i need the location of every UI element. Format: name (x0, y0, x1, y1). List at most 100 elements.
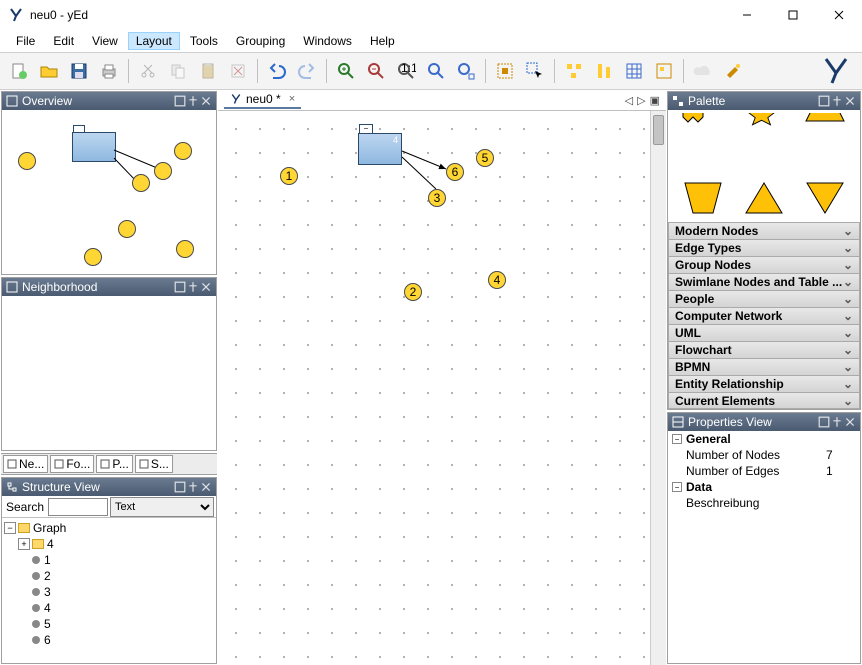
menu-tools[interactable]: Tools (182, 32, 226, 50)
palette-section[interactable]: UML⌄ (668, 324, 860, 341)
left-tab-3[interactable]: S... (135, 455, 173, 473)
palette-section[interactable]: Current Elements⌄ (668, 392, 860, 409)
panel-pin-icon[interactable] (187, 481, 199, 493)
document-tab[interactable]: neu0 * × (224, 91, 301, 109)
panel-pin-icon[interactable] (187, 95, 199, 107)
group-node[interactable]: − 4 (358, 133, 402, 165)
tree-group[interactable]: +4 (4, 536, 214, 552)
palette-section[interactable]: Flowchart⌄ (668, 341, 860, 358)
select-tool-icon[interactable] (522, 58, 548, 84)
undo-icon[interactable] (264, 58, 290, 84)
panel-undock-icon[interactable] (174, 281, 186, 293)
structure-tree[interactable]: −Graph +4 1 2 3 4 5 6 (2, 518, 216, 650)
tab-list-icon[interactable]: ▣ (650, 94, 660, 107)
overview-header[interactable]: Overview (2, 92, 216, 110)
palette-section[interactable]: People⌄ (668, 290, 860, 307)
panel-pin-icon[interactable] (187, 281, 199, 293)
graph-node[interactable]: 1 (280, 167, 298, 185)
palette-section[interactable]: Swimlane Nodes and Table ...⌄ (668, 273, 860, 290)
zoom-in-icon[interactable] (333, 58, 359, 84)
structure-header[interactable]: Structure View (2, 478, 216, 496)
print-icon[interactable] (96, 58, 122, 84)
copy-icon[interactable] (165, 58, 191, 84)
open-file-icon[interactable] (36, 58, 62, 84)
tree-node[interactable]: 4 (4, 600, 214, 616)
search-mode-select[interactable]: Text (110, 497, 214, 517)
panel-undock-icon[interactable] (818, 95, 830, 107)
graph-node[interactable]: 6 (446, 163, 464, 181)
palette-shape-triangle-up[interactable] (736, 169, 792, 227)
menu-help[interactable]: Help (362, 32, 403, 50)
paste-icon[interactable] (195, 58, 221, 84)
save-icon[interactable] (66, 58, 92, 84)
panel-close-icon[interactable] (200, 95, 212, 107)
left-tab-0[interactable]: Ne... (3, 455, 48, 473)
palette-section[interactable]: Entity Relationship⌄ (668, 375, 860, 392)
cloud-icon[interactable] (690, 58, 716, 84)
palette-section[interactable]: BPMN⌄ (668, 358, 860, 375)
panel-close-icon[interactable] (200, 481, 212, 493)
neighborhood-header[interactable]: Neighborhood (2, 278, 216, 296)
group-tool-icon[interactable] (651, 58, 677, 84)
maximize-button[interactable] (770, 0, 816, 30)
zoom-reset-icon[interactable]: 1:1 (393, 58, 419, 84)
panel-close-icon[interactable] (844, 95, 856, 107)
tab-next-icon[interactable]: ▷ (637, 94, 645, 107)
tree-node[interactable]: 5 (4, 616, 214, 632)
palette-shape-triangle-down[interactable] (797, 169, 853, 227)
zoom-fit-icon[interactable] (423, 58, 449, 84)
close-button[interactable] (816, 0, 862, 30)
tree-node[interactable]: 1 (4, 552, 214, 568)
menu-edit[interactable]: Edit (45, 32, 82, 50)
left-tab-2[interactable]: P... (96, 455, 132, 473)
zoom-area-icon[interactable] (453, 58, 479, 84)
menu-windows[interactable]: Windows (295, 32, 360, 50)
minimize-button[interactable] (724, 0, 770, 30)
panel-close-icon[interactable] (844, 416, 856, 428)
graph-node[interactable]: 3 (428, 189, 446, 207)
prop-row-desc[interactable]: Beschreibung (668, 495, 860, 511)
palette-section[interactable]: Edge Types⌄ (668, 239, 860, 256)
menu-layout[interactable]: Layout (128, 32, 180, 50)
palette-shape-star2[interactable] (736, 113, 792, 171)
menu-grouping[interactable]: Grouping (228, 32, 293, 50)
tab-prev-icon[interactable]: ◁ (625, 94, 633, 107)
neighborhood-canvas[interactable] (2, 296, 216, 450)
panel-undock-icon[interactable] (818, 416, 830, 428)
graph-canvas[interactable]: − 4 1 2 3 4 5 6 (218, 111, 650, 665)
palette-shape-star[interactable] (675, 113, 731, 171)
layout-tool-icon[interactable] (561, 58, 587, 84)
palette-shape-trap[interactable] (797, 113, 853, 171)
panel-undock-icon[interactable] (174, 481, 186, 493)
overview-canvas[interactable] (2, 110, 216, 274)
cut-icon[interactable] (135, 58, 161, 84)
palette-section[interactable]: Computer Network⌄ (668, 307, 860, 324)
tree-node[interactable]: 3 (4, 584, 214, 600)
left-tab-1[interactable]: Fo... (50, 455, 94, 473)
grid-tool-icon[interactable] (621, 58, 647, 84)
menu-file[interactable]: File (8, 32, 43, 50)
vertical-scrollbar[interactable] (650, 111, 666, 665)
palette-section[interactable]: Group Nodes⌄ (668, 256, 860, 273)
search-input[interactable] (48, 498, 108, 516)
align-tool-icon[interactable] (591, 58, 617, 84)
tree-root[interactable]: −Graph (4, 520, 214, 536)
redo-icon[interactable] (294, 58, 320, 84)
delete-icon[interactable] (225, 58, 251, 84)
new-file-icon[interactable] (6, 58, 32, 84)
palette-header[interactable]: Palette (668, 92, 860, 110)
prop-section-general[interactable]: −General (668, 431, 860, 447)
palette-shape-trap-down[interactable] (675, 169, 731, 227)
panel-pin-icon[interactable] (831, 95, 843, 107)
menu-view[interactable]: View (84, 32, 126, 50)
prop-section-data[interactable]: −Data (668, 479, 860, 495)
close-icon[interactable]: × (289, 93, 295, 105)
panel-pin-icon[interactable] (831, 416, 843, 428)
fit-content-icon[interactable] (492, 58, 518, 84)
zoom-out-icon[interactable] (363, 58, 389, 84)
panel-undock-icon[interactable] (174, 95, 186, 107)
tree-node[interactable]: 6 (4, 632, 214, 648)
graph-node[interactable]: 4 (488, 271, 506, 289)
panel-close-icon[interactable] (200, 281, 212, 293)
properties-header[interactable]: Properties View (668, 413, 860, 431)
